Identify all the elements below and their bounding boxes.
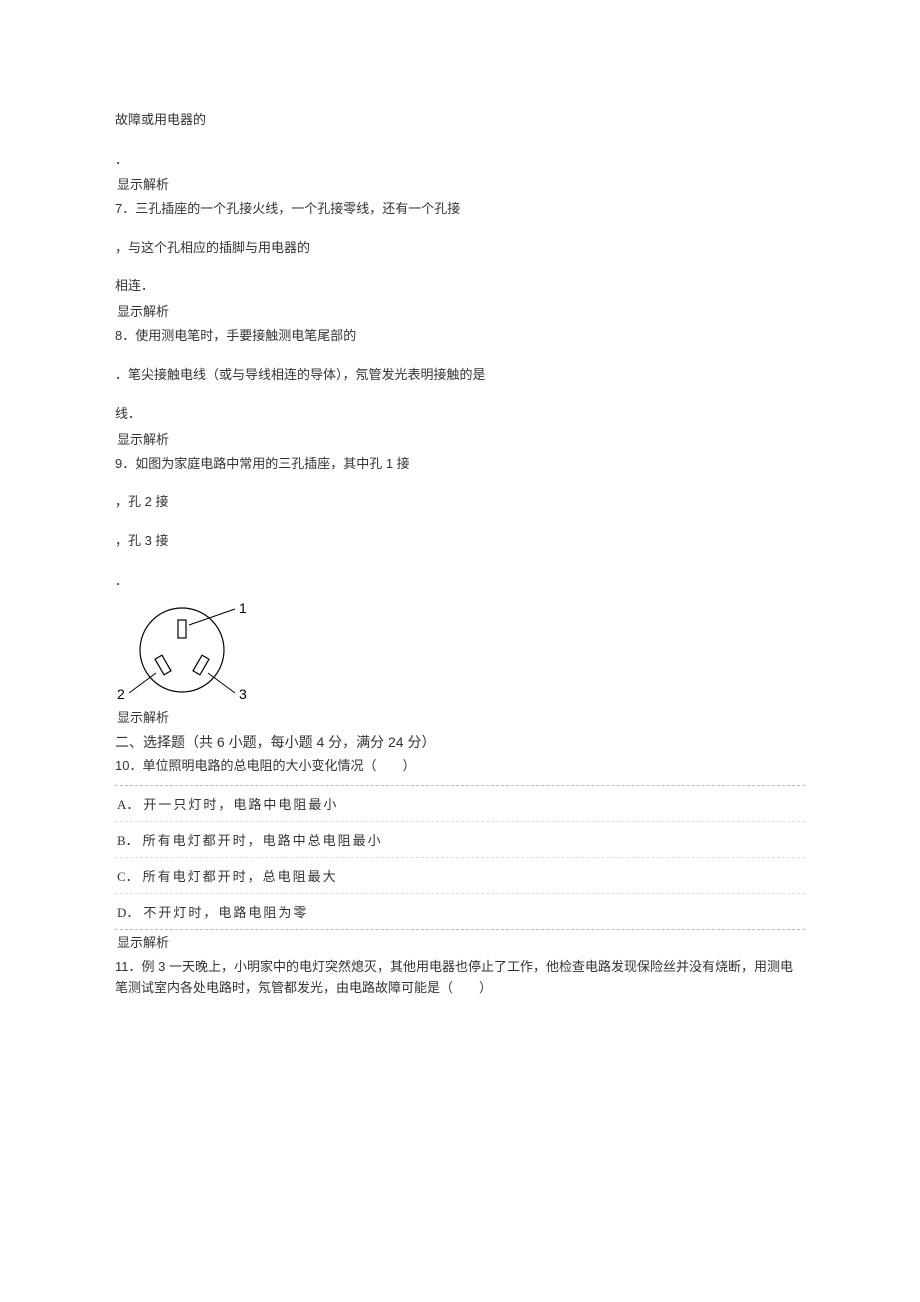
question-9-line1: 9．如图为家庭电路中常用的三孔插座，其中孔 1 接 [115, 454, 805, 475]
question-8-line3: 线． [115, 404, 805, 425]
document-page: 故障或用电器的 ． 显示解析 7．三孔插座的一个孔接火线，一个孔接零线，还有一个… [0, 0, 920, 1066]
intro-fragment: 故障或用电器的 [115, 110, 805, 131]
question-10-options: A．开一只灯时，电路中电阻最小 B．所有电灯都开时，电路中总电阻最小 C．所有电… [115, 785, 805, 930]
three-hole-socket-figure: 1 2 3 [107, 595, 277, 705]
trailing-dot: ． [115, 570, 805, 589]
socket-label-1: 1 [239, 600, 247, 616]
show-explain-link[interactable]: 显示解析 [115, 301, 805, 320]
option-d-text: 不开灯时，电路电阻为零 [143, 905, 308, 920]
question-10-text: 10．单位照明电路的总电阻的大小变化情况（ ） [115, 756, 805, 777]
show-explain-link[interactable]: 显示解析 [115, 707, 805, 726]
option-d[interactable]: D．不开灯时，电路电阻为零 [115, 894, 805, 929]
socket-label-3: 3 [239, 686, 247, 702]
question-9-line2: ，孔 2 接 [115, 492, 805, 513]
question-8-line1: 8．使用测电笔时，手要接触测电笔尾部的 [115, 326, 805, 347]
option-a[interactable]: A．开一只灯时，电路中电阻最小 [115, 786, 805, 822]
show-explain-link[interactable]: 显示解析 [115, 932, 805, 951]
question-7-line2: ，与这个孔相应的插脚与用电器的 [115, 238, 805, 259]
question-7-line3: 相连． [115, 276, 805, 297]
socket-label-2: 2 [117, 686, 125, 702]
option-b[interactable]: B．所有电灯都开时，电路中总电阻最小 [115, 822, 805, 858]
question-7-line1: 7．三孔插座的一个孔接火线，一个孔接零线，还有一个孔接 [115, 199, 805, 220]
section-2-title: 二、选择题（共 6 小题，每小题 4 分，满分 24 分） [115, 732, 805, 752]
option-c[interactable]: C．所有电灯都开时，总电阻最大 [115, 858, 805, 894]
question-10: 10．单位照明电路的总电阻的大小变化情况（ ） A．开一只灯时，电路中电阻最小 … [115, 756, 805, 930]
option-a-text: 开一只灯时，电路中电阻最小 [143, 797, 338, 812]
question-11-text: 11．例 3 一天晚上，小明家中的电灯突然熄灭，其他用电器也停止了工作，他检查电… [115, 957, 805, 999]
option-b-text: 所有电灯都开时，电路中总电阻最小 [143, 833, 383, 848]
show-explain-link[interactable]: 显示解析 [115, 174, 805, 193]
question-8-line2: ．笔尖接触电线（或与导线相连的导体），氖管发光表明接触的是 [115, 365, 805, 386]
trailing-dot: ． [115, 149, 805, 168]
option-c-text: 所有电灯都开时，总电阻最大 [143, 869, 338, 884]
question-9-line3: ，孔 3 接 [115, 531, 805, 552]
show-explain-link[interactable]: 显示解析 [115, 429, 805, 448]
